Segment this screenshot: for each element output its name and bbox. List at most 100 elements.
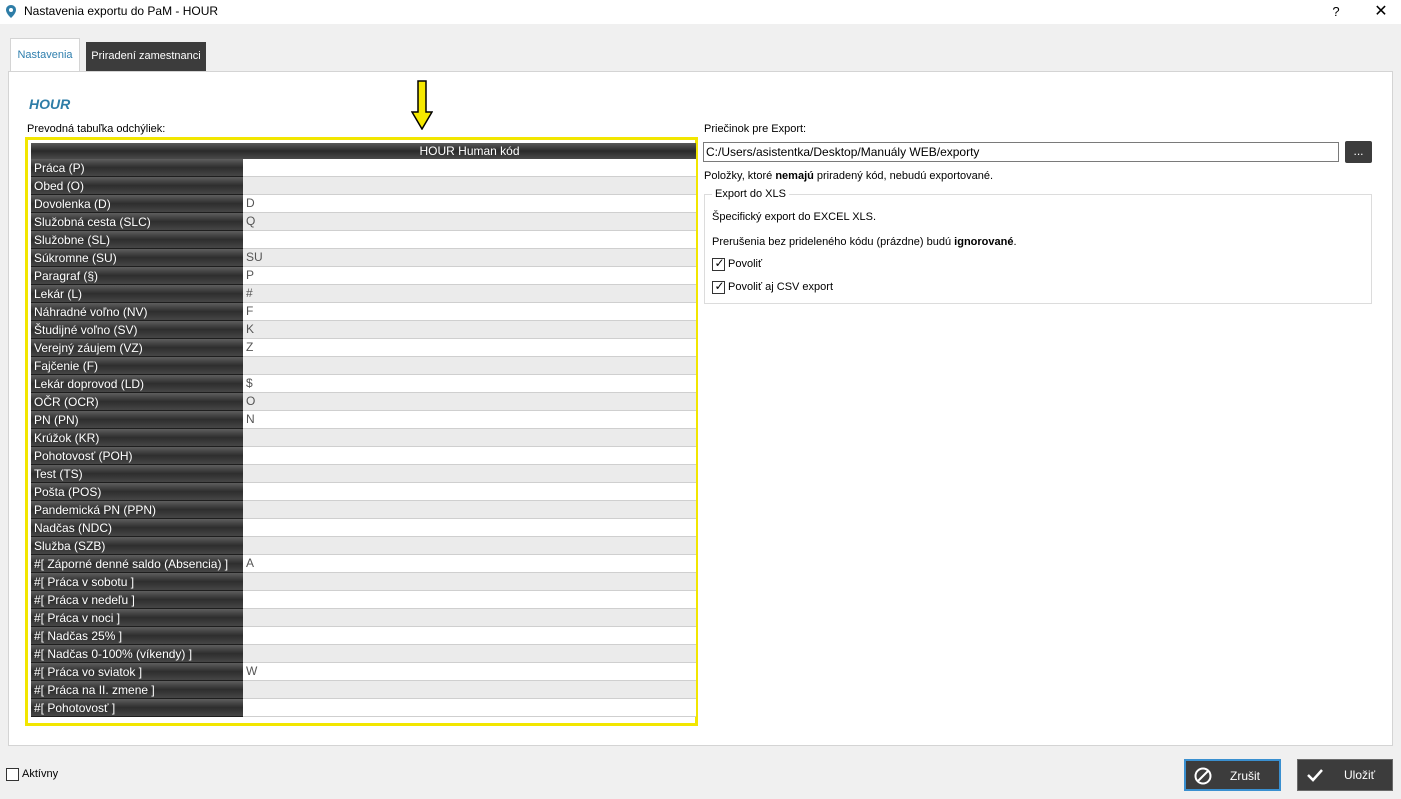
table-row: #[ Záporné denné saldo (Absencia) ] A (31, 555, 696, 573)
row-deviation-name: Lekár doprovod (LD) (31, 375, 243, 393)
row-code-cell[interactable] (243, 465, 696, 483)
table-row: Pohotovosť (POH) (31, 447, 696, 465)
row-code-cell[interactable] (243, 537, 696, 555)
row-deviation-name: Služba (SZB) (31, 537, 243, 555)
enable-xls-checkbox[interactable]: ✓ Povoliť (712, 255, 762, 273)
conversion-table-label: Prevodná tabuľka odchýliek: (27, 123, 166, 135)
row-deviation-name: Nadčas (NDC) (31, 519, 243, 537)
table-row: Náhradné voľno (NV) F (31, 303, 696, 321)
window-title: Nastavenia exportu do PaM - HOUR (24, 4, 219, 18)
row-deviation-name: Dovolenka (D) (31, 195, 243, 213)
row-code-cell[interactable] (243, 501, 696, 519)
browse-button[interactable]: ... (1345, 141, 1372, 163)
section-title: HOUR (29, 96, 71, 112)
row-deviation-name: #[ Práca v sobotu ] (31, 573, 243, 591)
row-code-cell[interactable] (243, 699, 696, 717)
enable-csv-checkbox[interactable]: ✓ Povoliť aj CSV export (712, 278, 834, 296)
table-row: Lekár (L) # (31, 285, 696, 303)
xls-break-text: Prerušenia bez prideleného kódu (prázdne… (712, 236, 1017, 248)
table-row: Fajčenie (F) (31, 357, 696, 375)
checkbox-box[interactable]: ✓ (712, 255, 725, 271)
table-row: #[ Práca v nedeľu ] (31, 591, 696, 609)
save-label: Uložiť (1344, 768, 1376, 782)
table-row: Verejný záujem (VZ) Z (31, 339, 696, 357)
row-deviation-name: #[ Práca na II. zmene ] (31, 681, 243, 699)
table-row: #[ Práca v noci ] (31, 609, 696, 627)
row-deviation-name: Súkromne (SU) (31, 249, 243, 267)
checkmark-icon: ✓ (714, 278, 725, 293)
help-button[interactable]: ? (1325, 2, 1347, 22)
row-code-cell[interactable] (243, 357, 696, 375)
xls-group-legend: Export do XLS (712, 188, 789, 200)
row-deviation-name: #[ Nadčas 25% ] (31, 627, 243, 645)
row-code-cell[interactable]: A (243, 555, 696, 573)
row-deviation-name: Krúžok (KR) (31, 429, 243, 447)
row-code-cell[interactable] (243, 609, 696, 627)
row-deviation-name: Lekár (L) (31, 285, 243, 303)
row-code-cell[interactable]: $ (243, 375, 696, 393)
row-code-cell[interactable] (243, 159, 696, 177)
break-text-bold: ignorované (954, 236, 1014, 248)
row-deviation-name: Študijné voľno (SV) (31, 321, 243, 339)
table-row: Služobná cesta (SLC) Q (31, 213, 696, 231)
table-row: Test (TS) (31, 465, 696, 483)
row-deviation-name: Obed (O) (31, 177, 243, 195)
info-text-bold: nemajú (775, 170, 814, 182)
row-code-cell[interactable] (243, 177, 696, 195)
cancel-icon (1194, 767, 1212, 785)
row-deviation-name: Test (TS) (31, 465, 243, 483)
row-code-cell[interactable] (243, 519, 696, 537)
enable-csv-label: Povoliť aj CSV export (728, 281, 834, 293)
row-code-cell[interactable]: N (243, 411, 696, 429)
row-deviation-name: Pohotovosť (POH) (31, 447, 243, 465)
row-deviation-name: Služobná cesta (SLC) (31, 213, 243, 231)
row-code-cell[interactable]: SU (243, 249, 696, 267)
row-deviation-name: #[ Nadčas 0-100% (víkendy) ] (31, 645, 243, 663)
row-code-cell[interactable] (243, 645, 696, 663)
row-deviation-name: #[ Práca v noci ] (31, 609, 243, 627)
row-code-cell[interactable]: F (243, 303, 696, 321)
row-code-cell[interactable] (243, 483, 696, 501)
row-code-cell[interactable]: K (243, 321, 696, 339)
table-row: Pandemická PN (PPN) (31, 501, 696, 519)
row-deviation-name: Paragraf (§) (31, 267, 243, 285)
tab-nastavenia[interactable]: Nastavenia (10, 38, 80, 72)
table-row: Študijné voľno (SV) K (31, 321, 696, 339)
row-deviation-name: PN (PN) (31, 411, 243, 429)
row-code-cell[interactable]: Z (243, 339, 696, 357)
checkbox-box[interactable] (6, 767, 19, 781)
table-row: #[ Práca v sobotu ] (31, 573, 696, 591)
export-info-text: Položky, ktoré nemajú priradený kód, neb… (704, 170, 993, 182)
close-button[interactable]: ✕ (1368, 2, 1394, 22)
row-code-cell[interactable] (243, 681, 696, 699)
checkmark-icon: ✓ (714, 255, 725, 270)
table-row: Práca (P) (31, 159, 696, 177)
row-code-cell[interactable]: D (243, 195, 696, 213)
table-row: #[ Pohotovosť ] (31, 699, 696, 717)
checkbox-box[interactable]: ✓ (712, 278, 725, 294)
row-deviation-name: Práca (P) (31, 159, 243, 177)
active-checkbox[interactable]: Aktívny (6, 767, 58, 781)
title-bar: Nastavenia exportu do PaM - HOUR ? ✕ (0, 0, 1401, 24)
row-code-cell[interactable] (243, 591, 696, 609)
tab-priradeni-zamestnanci[interactable]: Priradení zamestnanci (86, 42, 206, 71)
checkmark-icon (1307, 769, 1323, 782)
save-button[interactable]: Uložiť (1297, 759, 1393, 791)
row-code-cell[interactable]: # (243, 285, 696, 303)
row-code-cell[interactable] (243, 627, 696, 645)
active-label: Aktívny (22, 768, 59, 780)
table-row: Paragraf (§) P (31, 267, 696, 285)
column-header-code: HOUR Human kód (419, 144, 520, 158)
export-path-input[interactable] (703, 142, 1339, 162)
table-row: #[ Nadčas 0-100% (víkendy) ] (31, 645, 696, 663)
row-code-cell[interactable]: Q (243, 213, 696, 231)
row-code-cell[interactable] (243, 573, 696, 591)
row-code-cell[interactable]: P (243, 267, 696, 285)
table-row: Krúžok (KR) (31, 429, 696, 447)
row-code-cell[interactable] (243, 231, 696, 249)
row-code-cell[interactable]: W (243, 663, 696, 681)
row-code-cell[interactable] (243, 447, 696, 465)
row-code-cell[interactable] (243, 429, 696, 447)
row-code-cell[interactable]: O (243, 393, 696, 411)
cancel-button[interactable]: Zrušit (1184, 759, 1281, 791)
